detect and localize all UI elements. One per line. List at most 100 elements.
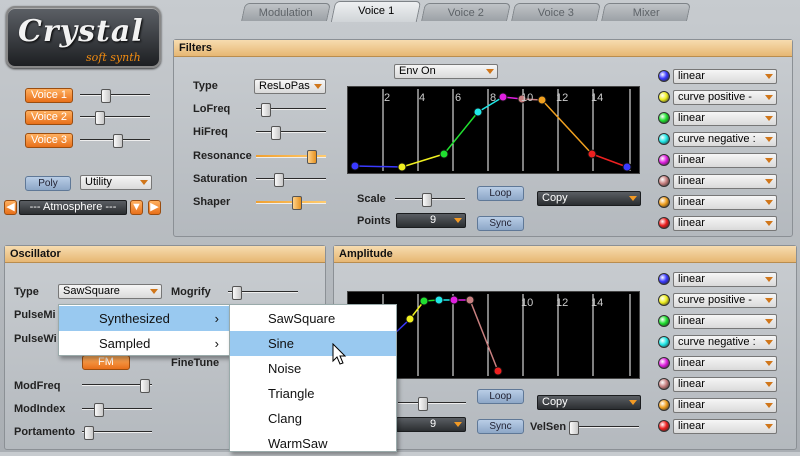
voice-3-button[interactable]: Voice 3 [25, 133, 73, 148]
color-dot-icon[interactable] [658, 196, 670, 208]
tab-voice-1[interactable]: Voice 1 [330, 1, 422, 22]
voice-1-button[interactable]: Voice 1 [25, 88, 73, 103]
color-dot-icon[interactable] [658, 336, 670, 348]
saturation-slider[interactable] [256, 173, 326, 187]
amp-curve-dropdown-7[interactable]: linear [673, 398, 777, 413]
pulsemix-label: PulseMi [14, 309, 56, 321]
filter-tick-12: 12 [556, 92, 569, 104]
color-dot-icon[interactable] [658, 399, 670, 411]
shaper-slider[interactable] [256, 196, 326, 210]
submenu-item-clang[interactable]: Clang [230, 406, 396, 431]
lofreq-slider[interactable] [256, 103, 326, 117]
envelope-mode-dropdown[interactable]: Env On [394, 64, 498, 79]
preset-prev-button[interactable]: ◀ [4, 200, 17, 215]
color-dot-icon[interactable] [658, 112, 670, 124]
amp-curve-dropdown-6[interactable]: linear [673, 377, 777, 392]
poly-button[interactable]: Poly [25, 176, 71, 191]
filter-envelope-point [622, 162, 632, 172]
filter-curve-dropdown-2[interactable]: curve positive - [673, 90, 777, 105]
velsen-slider[interactable] [569, 421, 639, 435]
submenu-item-sawsquare[interactable]: SawSquare [230, 306, 396, 331]
copy-dropdown[interactable]: Copy [537, 191, 641, 206]
amp-curve-dropdown-4[interactable]: curve negative : [673, 335, 777, 350]
amp-curve-dropdown-2[interactable]: curve positive - [673, 293, 777, 308]
amp-loop-button[interactable]: Loop [477, 389, 524, 404]
filter-envelope-segment [591, 153, 628, 168]
amp-curve-dropdown-3[interactable]: linear [673, 314, 777, 329]
filter-curve-dropdown-6[interactable]: linear [673, 174, 777, 189]
color-dot-icon[interactable] [658, 91, 670, 103]
color-dot-icon[interactable] [658, 420, 670, 432]
hifreq-slider[interactable] [256, 126, 326, 140]
color-dot-icon[interactable] [658, 273, 670, 285]
filter-envelope-segment [354, 165, 403, 168]
scale-slider[interactable] [395, 193, 465, 207]
resonance-slider[interactable] [256, 150, 326, 164]
amp-tick-10: 10 [521, 297, 534, 309]
filter-envelope-segment [443, 111, 479, 155]
preset-down-button[interactable]: ▼ [130, 200, 143, 215]
filter-curve-dropdown-4[interactable]: curve negative : [673, 132, 777, 147]
voice-2-level-slider[interactable] [80, 111, 150, 125]
filter-curve-dropdown-7[interactable]: linear [673, 195, 777, 210]
velsen-label: VelSen [530, 421, 567, 433]
crystal-logo: Crystal soft synth [6, 6, 161, 68]
color-dot-icon[interactable] [658, 378, 670, 390]
filter-envelope-point [473, 107, 483, 117]
amp-curve-dropdown-5[interactable]: linear [673, 356, 777, 371]
amp-copy-dropdown[interactable]: Copy [537, 395, 641, 410]
tab-voice-3[interactable]: Voice 3 [511, 3, 601, 21]
tab-voice-2[interactable]: Voice 2 [421, 3, 511, 21]
modfreq-slider[interactable] [82, 379, 152, 393]
scale-label: Scale [357, 193, 386, 205]
mogrify-slider[interactable] [228, 286, 298, 300]
amp-envelope-point [493, 366, 503, 376]
points-dropdown[interactable]: 9 [396, 213, 466, 228]
preset-next-button[interactable]: ▶ [148, 200, 161, 215]
amp-curve-dropdown-8[interactable]: linear [673, 419, 777, 434]
color-dot-icon[interactable] [658, 294, 670, 306]
color-dot-icon[interactable] [658, 154, 670, 166]
submenu-item-sine[interactable]: Sine [230, 331, 396, 356]
portamento-slider[interactable] [82, 426, 152, 440]
utility-dropdown[interactable]: Utility [80, 175, 152, 190]
modindex-slider[interactable] [82, 403, 152, 417]
filter-envelope-segment [541, 99, 593, 155]
filter-envelope-point [587, 149, 597, 159]
filter-type-dropdown[interactable]: ResLoPas [254, 79, 326, 94]
color-dot-icon[interactable] [658, 133, 670, 145]
amp-sync-button[interactable]: Sync [477, 419, 524, 434]
tab-mixer[interactable]: Mixer [601, 3, 691, 21]
tab-modulation[interactable]: Modulation [241, 3, 331, 21]
filter-curve-dropdown-1[interactable]: linear [673, 69, 777, 84]
voice-3-level-slider[interactable] [80, 134, 150, 148]
filter-curve-dropdown-3[interactable]: linear [673, 111, 777, 126]
preset-name-display[interactable]: --- Atmosphere --- [19, 200, 127, 215]
voice-2-button[interactable]: Voice 2 [25, 110, 73, 125]
filter-envelope-point [397, 162, 407, 172]
filter-curve-dropdown-5[interactable]: linear [673, 153, 777, 168]
fm-button[interactable]: FM [82, 355, 130, 370]
color-dot-icon[interactable] [658, 357, 670, 369]
submenu-item-noise[interactable]: Noise [230, 356, 396, 381]
submenu-item-triangle[interactable]: Triangle [230, 381, 396, 406]
amp-scale-slider[interactable] [398, 397, 466, 411]
color-dot-icon[interactable] [658, 315, 670, 327]
oscillator-header: Oscillator [5, 246, 325, 263]
mogrify-label: Mogrify [171, 286, 211, 298]
voice-1-level-slider[interactable] [80, 89, 150, 103]
amp-points-dropdown[interactable]: 9 [396, 417, 466, 432]
amp-curve-dropdown-1[interactable]: linear [673, 272, 777, 287]
osc-type-dropdown[interactable]: SawSquare [58, 284, 162, 299]
loop-button[interactable]: Loop [477, 186, 524, 201]
sync-button[interactable]: Sync [477, 216, 524, 231]
hifreq-label: HiFreq [193, 126, 228, 138]
filter-tick-4: 4 [419, 92, 426, 104]
submenu-item-warmsaw[interactable]: WarmSaw [230, 431, 396, 456]
color-dot-icon[interactable] [658, 175, 670, 187]
color-dot-icon[interactable] [658, 70, 670, 82]
color-dot-icon[interactable] [658, 217, 670, 229]
menu-item-sampled[interactable]: Sampled › [59, 331, 229, 356]
filter-curve-dropdown-8[interactable]: linear [673, 216, 777, 231]
menu-item-synthesized[interactable]: Synthesized › [59, 306, 229, 331]
